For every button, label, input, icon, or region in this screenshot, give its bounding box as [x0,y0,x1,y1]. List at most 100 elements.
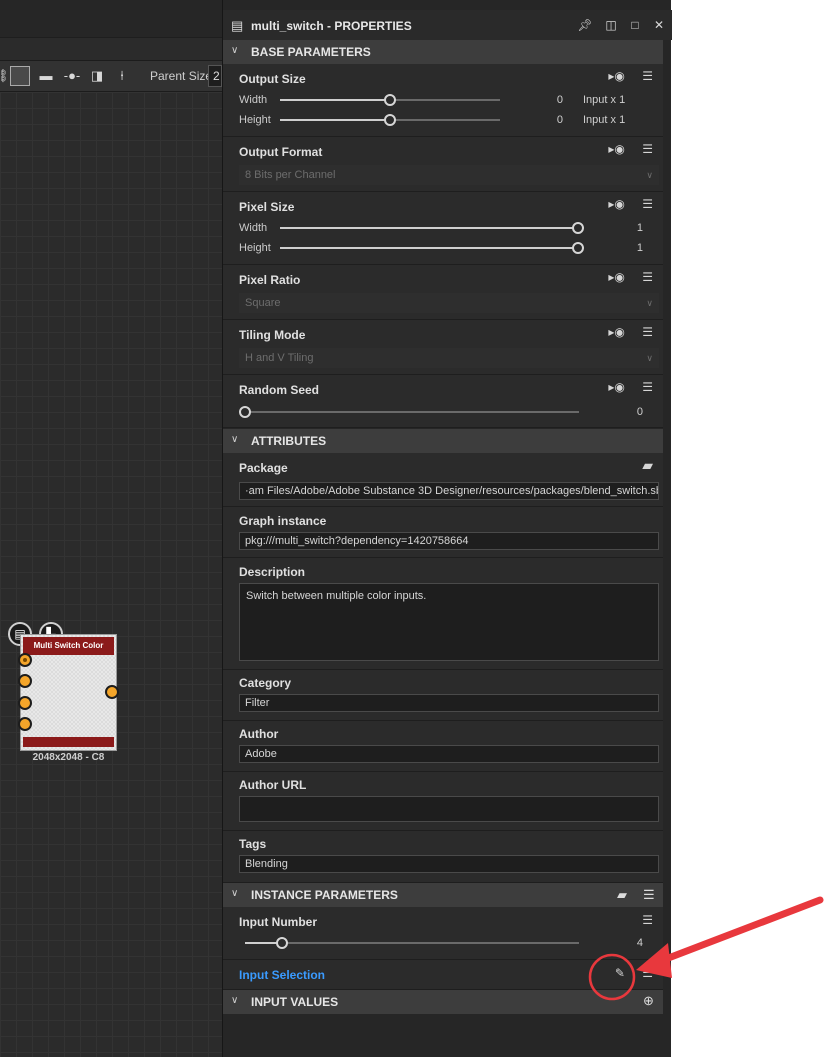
parent-size-input[interactable]: 2 [208,65,222,87]
category-title: Category [239,676,292,690]
node-output-port[interactable] [105,685,119,699]
menu-options-icon[interactable]: ☰ [642,270,653,284]
close-icon[interactable]: ✕ [651,17,667,33]
package-title: Package [239,461,288,475]
menu-options-icon[interactable]: ☰ [642,966,653,980]
group-graph-instance: Graph instance pkg:///multi_switch?depen… [223,507,663,558]
tags-field[interactable]: Blending [239,855,659,873]
input-number-title: Input Number [239,915,317,929]
menu-options-icon[interactable]: ☰ [643,887,655,903]
group-description: Description Switch between multiple colo… [223,558,663,670]
author-field[interactable]: Adobe [239,745,659,763]
node-input-port-3[interactable] [18,696,32,710]
menu-options-icon[interactable]: ☰ [642,142,653,156]
pixel-width-value[interactable]: 1 [618,222,643,234]
menu-options-icon[interactable]: ☰ [642,325,653,339]
group-author: Author Adobe [223,721,663,772]
pixel-ratio-dropdown[interactable]: Square ∨ [239,293,659,313]
output-width-value[interactable]: 0 [533,94,563,106]
random-seed-slider[interactable] [245,411,579,413]
split-view-icon[interactable]: ◫ [603,17,619,33]
output-width-knob[interactable] [384,94,396,106]
pin-node-icon[interactable]: ⍿ [114,66,130,86]
section-instance-label: INSTANCE PARAMETERS [251,888,398,902]
section-instance-parameters[interactable]: ∨ INSTANCE PARAMETERS ▰ ☰ [223,883,663,907]
graph-instance-field[interactable]: pkg:///multi_switch?dependency=142075866… [239,532,659,550]
pixel-width-knob[interactable] [572,222,584,234]
description-textarea[interactable]: Switch between multiple color inputs. [239,583,659,661]
input-selection-title[interactable]: Input Selection [239,968,325,982]
parent-size-label: Parent Size: [150,69,216,83]
node-input-port-4[interactable] [18,717,32,731]
dot-node-icon[interactable]: -●- [60,66,84,86]
node-input-port-1[interactable] [18,653,32,667]
output-format-title: Output Format [239,145,323,159]
node-footer [23,737,114,747]
graph-view[interactable]: ⛓ ▬ -●- ◨ ⍿ Parent Size: 2 ▤ ▚ Multi Swi… [0,0,222,1057]
group-tags: Tags Blending [223,831,663,883]
output-size-title: Output Size [239,72,306,86]
frame-select-button[interactable] [10,66,30,86]
author-url-title: Author URL [239,778,307,792]
output-height-knob[interactable] [384,114,396,126]
graph-canvas[interactable] [0,92,222,1057]
add-icon[interactable]: ⊕ [643,993,654,1009]
author-title: Author [239,727,279,741]
output-height-value[interactable]: 0 [533,114,563,126]
node-title: Multi Switch Color [23,637,114,655]
menu-options-icon[interactable]: ☰ [642,380,653,394]
inheritance-icon[interactable]: ▸◉ [608,270,625,284]
inheritance-icon[interactable]: ▸◉ [608,69,625,83]
menu-options-icon[interactable]: ☰ [642,197,653,211]
inheritance-icon[interactable]: ▸◉ [608,142,625,156]
inheritance-icon[interactable]: ▸◉ [608,197,625,211]
pixel-ratio-value: Square [245,297,281,309]
pixel-height-slider[interactable] [280,247,579,249]
random-seed-value[interactable]: 0 [618,406,643,418]
group-pixel-size: Pixel Size ▸◉ ☰ Width 1 Height 1 [223,192,663,265]
node-input-port-2[interactable] [18,674,32,688]
pixel-height-knob[interactable] [572,242,584,254]
inheritance-icon[interactable]: ▸◉ [608,380,625,394]
preset-icon[interactable]: ▰ [617,887,627,903]
package-path-field[interactable]: ·am Files/Adobe/Adobe Substance 3D Desig… [239,482,659,500]
pin-icon[interactable]: 📌︎ [577,17,593,33]
link-mode-icon[interactable]: ⛓ [0,66,9,86]
output-format-dropdown[interactable]: 8 Bits per Channel ∨ [239,165,659,185]
inheritance-icon[interactable]: ▸◉ [608,325,625,339]
output-format-value: 8 Bits per Channel [245,169,336,181]
properties-panel: ▤ multi_switch - PROPERTIES 📌︎ ◫ □ ✕ ∨ B… [222,0,672,1057]
input-number-value[interactable]: 4 [618,937,643,949]
output-width-unit[interactable]: Input x 1 [583,94,625,106]
chevron-down-icon: ∨ [646,170,653,180]
input-number-slider[interactable] [245,942,579,944]
maximize-icon[interactable]: □ [627,17,643,33]
output-height-label: Height [239,114,271,126]
section-base-parameters[interactable]: ∨ BASE PARAMETERS [223,40,663,64]
frame-icon[interactable]: ◨ [88,66,106,86]
pixel-width-label: Width [239,222,268,234]
pixel-width-slider[interactable] [280,227,579,229]
menu-options-icon[interactable]: ☰ [642,69,653,83]
graph-instance-title: Graph instance [239,514,327,528]
group-output-size: Output Size ▸◉ ☰ Width 0 Input x 1 Heigh… [223,64,663,137]
pixel-height-value[interactable]: 1 [618,242,643,254]
author-url-field[interactable] [239,796,659,822]
category-field[interactable]: Filter [239,694,659,712]
menu-options-icon[interactable]: ☰ [642,913,653,927]
panel-titlebar: ▤ multi_switch - PROPERTIES 📌︎ ◫ □ ✕ [223,10,672,40]
section-attributes[interactable]: ∨ ATTRIBUTES [223,429,663,453]
section-input-values[interactable]: ∨ INPUT VALUES ⊕ [223,990,663,1014]
comment-icon[interactable]: ▬ [38,66,54,86]
output-height-unit[interactable]: Input x 1 [583,114,625,126]
pixel-height-label: Height [239,242,271,254]
group-package: Package ▰ ·am Files/Adobe/Adobe Substanc… [223,453,663,507]
group-output-format: Output Format ▸◉ ☰ 8 Bits per Channel ∨ [223,137,663,192]
multi-switch-node[interactable]: Multi Switch Color [20,634,117,751]
input-number-knob[interactable] [276,937,288,949]
tiling-mode-dropdown[interactable]: H and V Tiling ∨ [239,348,659,368]
group-pixel-ratio: Pixel Ratio ▸◉ ☰ Square ∨ [223,265,663,320]
folder-icon[interactable]: ▰ [642,457,653,474]
edit-exposed-parameter-icon[interactable]: ✎ [615,966,625,980]
random-seed-knob[interactable] [239,406,251,418]
